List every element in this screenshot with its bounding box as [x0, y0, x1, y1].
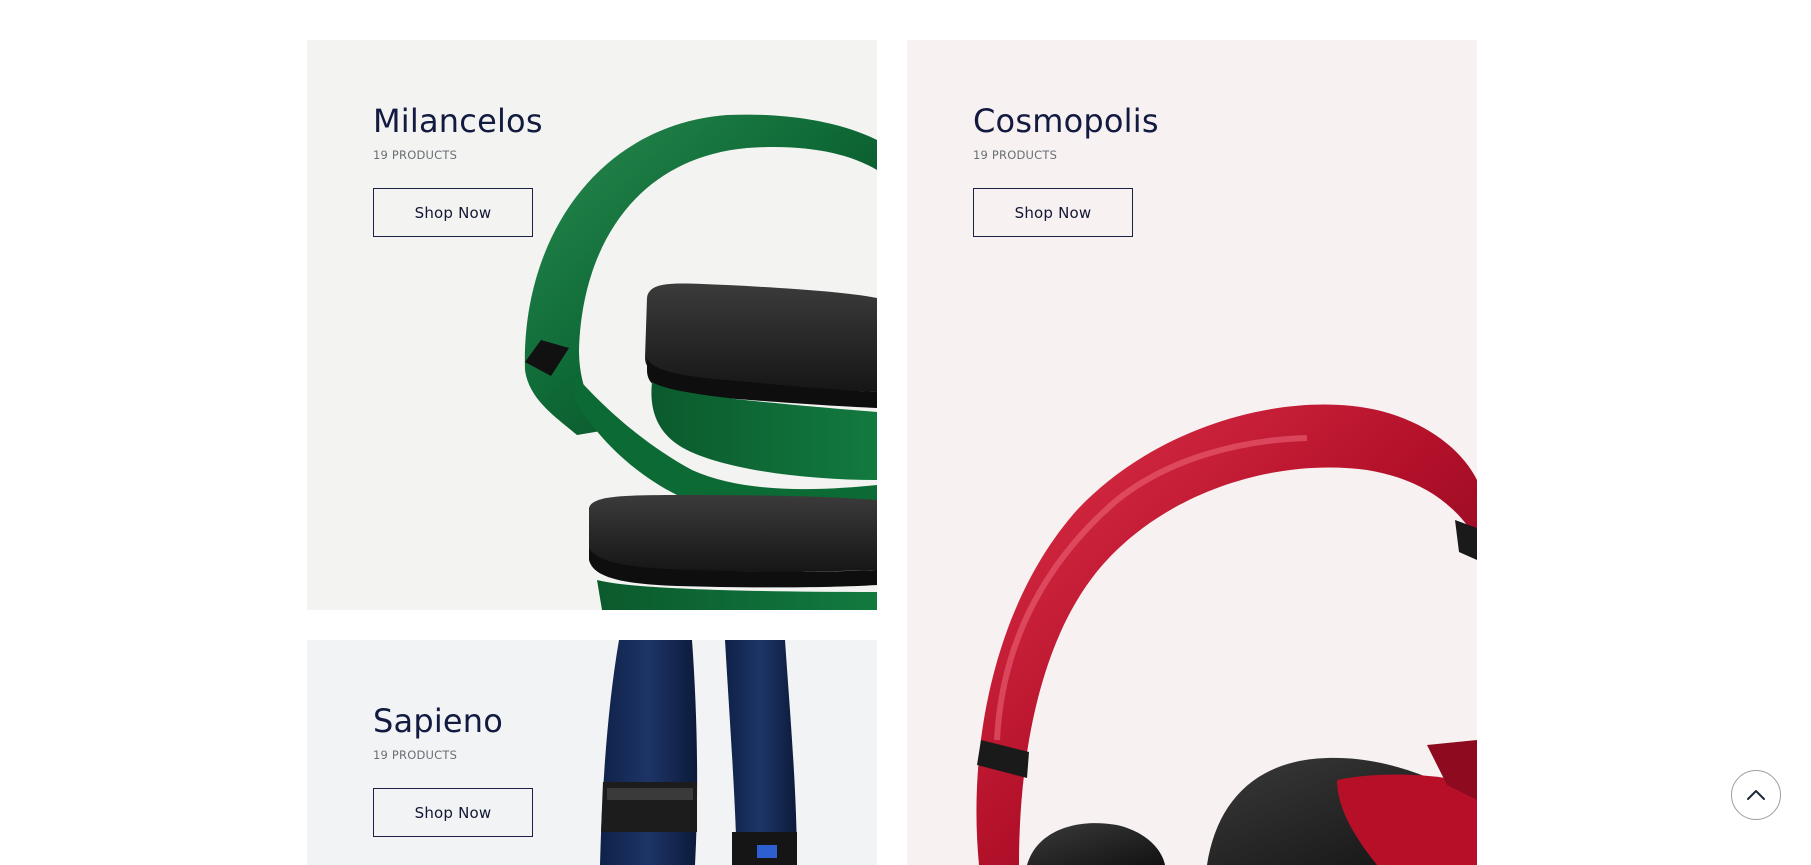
back-to-top-button[interactable] — [1731, 770, 1781, 820]
collection-product-count: 19 PRODUCTS — [373, 148, 458, 163]
shop-now-button[interactable]: Shop Now — [373, 788, 533, 838]
collections-grid: Milancelos 19 PRODUCTS Shop Now Cosmopol… — [307, 40, 1477, 865]
collection-info: Cosmopolis 19 PRODUCTS Shop Now — [973, 102, 1159, 238]
chevron-up-icon — [1747, 790, 1765, 800]
collection-title[interactable]: Sapieno — [373, 702, 533, 740]
shop-now-button[interactable]: Shop Now — [373, 188, 533, 238]
collection-title[interactable]: Cosmopolis — [973, 102, 1159, 140]
collection-card-cosmopolis[interactable]: Cosmopolis 19 PRODUCTS Shop Now — [907, 40, 1477, 865]
collection-card-milancelos[interactable]: Milancelos 19 PRODUCTS Shop Now — [307, 40, 877, 610]
collection-card-sapieno[interactable]: Sapieno 19 PRODUCTS Shop Now — [307, 640, 877, 865]
collection-product-count: 19 PRODUCTS — [373, 748, 458, 763]
shop-now-button[interactable]: Shop Now — [973, 188, 1133, 238]
collection-info: Milancelos 19 PRODUCTS Shop Now — [373, 102, 543, 238]
collection-product-count: 19 PRODUCTS — [973, 148, 1058, 163]
collection-info: Sapieno 19 PRODUCTS Shop Now — [373, 702, 533, 838]
collection-title[interactable]: Milancelos — [373, 102, 543, 140]
